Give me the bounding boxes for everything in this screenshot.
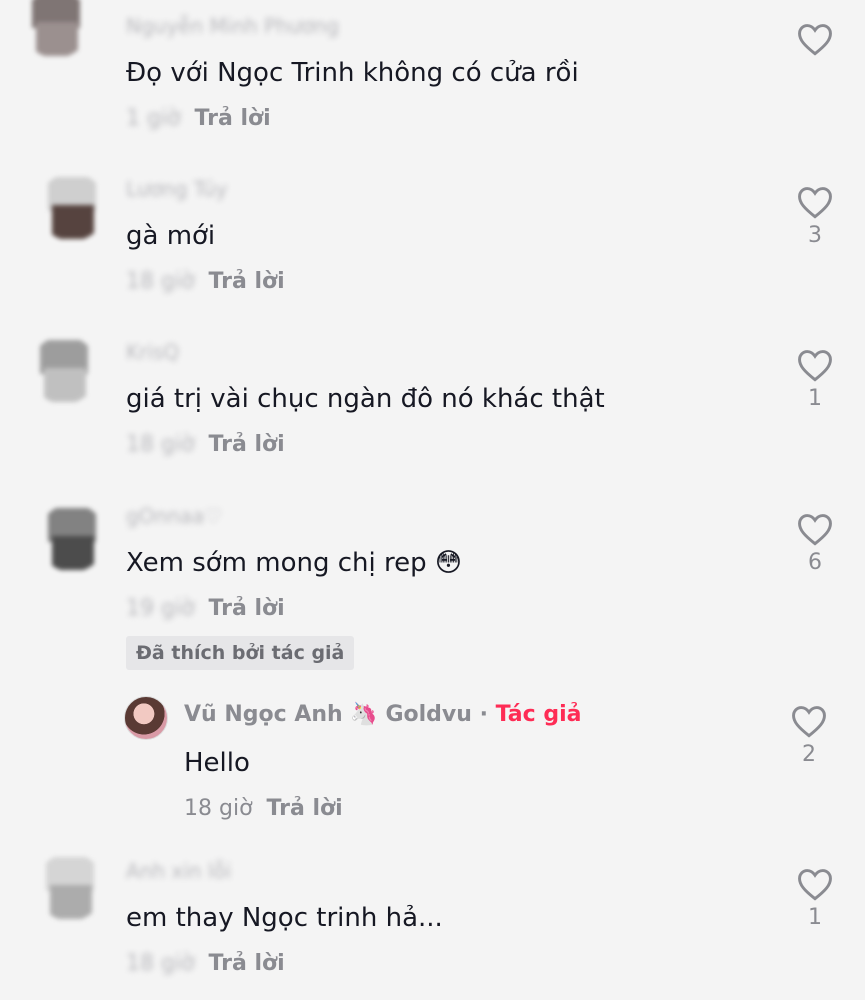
comment-text: Xem sớm mong chị rep 😳 bbox=[126, 548, 463, 578]
reply-button[interactable]: Trả lời bbox=[195, 106, 271, 131]
reply-author-name: Vũ Ngọc Anh bbox=[184, 702, 343, 727]
heart-outline-icon bbox=[798, 350, 832, 382]
avatar[interactable] bbox=[22, 0, 90, 58]
author-tag: Tác giả bbox=[495, 702, 582, 727]
comment-meta: 1 giờ Trả lời bbox=[126, 106, 271, 131]
comment-meta: 19 giờ Trả lời bbox=[126, 596, 285, 621]
comment-meta: 18 giờ Trả lời bbox=[126, 432, 285, 457]
comment-username[interactable]: Lương Túy bbox=[126, 177, 227, 201]
comment-text: giá trị vài chục ngàn đô nó khác thật bbox=[126, 384, 605, 414]
comment-time: 18 giờ bbox=[126, 269, 195, 294]
reply-button[interactable]: Trả lời bbox=[209, 951, 285, 976]
avatar-blur bbox=[52, 536, 94, 570]
comment-meta: 18 giờ Trả lời bbox=[126, 951, 285, 976]
liked-by-author-badge: Đã thích bởi tác giả bbox=[126, 636, 355, 670]
reply-meta: 18 giờ Trả lời bbox=[184, 796, 343, 821]
comment-time: 18 giờ bbox=[126, 432, 195, 457]
like-button[interactable]: 6 bbox=[793, 512, 837, 575]
comment-time: 19 giờ bbox=[126, 596, 195, 621]
heart-outline-icon bbox=[798, 514, 832, 546]
like-button[interactable]: 3 bbox=[793, 185, 837, 248]
heart-outline-icon bbox=[798, 869, 832, 901]
like-count: 6 bbox=[808, 550, 822, 575]
reply-text: Hello bbox=[184, 748, 250, 778]
like-button[interactable]: 1 bbox=[793, 867, 837, 930]
comment-text: em thay Ngọc trinh hả... bbox=[126, 903, 443, 933]
like-button[interactable]: 1 bbox=[793, 348, 837, 411]
reply-time: 18 giờ bbox=[184, 796, 253, 821]
separator-dot: · bbox=[479, 702, 488, 727]
heart-outline-icon bbox=[798, 187, 832, 219]
like-count: 3 bbox=[808, 223, 822, 248]
comment-username[interactable]: Nguyễn Minh Phương bbox=[126, 14, 339, 38]
comment-time: 18 giờ bbox=[126, 951, 195, 976]
comment-username[interactable]: KrisQ bbox=[126, 340, 179, 364]
like-count: 2 bbox=[802, 742, 816, 767]
avatar-blur bbox=[44, 368, 86, 402]
avatar[interactable] bbox=[36, 853, 104, 921]
avatar-blur bbox=[36, 22, 78, 56]
comment-username[interactable]: gOnnaa♡ bbox=[126, 504, 222, 528]
avatar[interactable] bbox=[30, 336, 98, 404]
comment-time: 1 giờ bbox=[126, 106, 181, 131]
heart-outline-icon bbox=[798, 24, 832, 56]
avatar[interactable] bbox=[38, 173, 106, 241]
reply-button[interactable]: Trả lời bbox=[267, 796, 343, 821]
reply-button[interactable]: Trả lời bbox=[209, 432, 285, 457]
reply-handle: Goldvu bbox=[385, 702, 472, 727]
reply-button[interactable]: Trả lời bbox=[209, 596, 285, 621]
unicorn-icon: 🦄 bbox=[350, 702, 378, 727]
avatar-blur bbox=[50, 885, 92, 919]
comment-text: Đọ với Ngọc Trinh không có cửa rồi bbox=[126, 58, 579, 88]
like-button[interactable]: 2 bbox=[787, 704, 831, 767]
like-count: 1 bbox=[808, 386, 822, 411]
like-button[interactable] bbox=[793, 22, 837, 60]
reply-button[interactable]: Trả lời bbox=[209, 269, 285, 294]
avatar[interactable] bbox=[124, 696, 168, 740]
comment-text: gà mới bbox=[126, 221, 216, 251]
reply-username[interactable]: Vũ Ngọc Anh 🦄 Goldvu · Tác giả bbox=[184, 702, 581, 727]
avatar-blur bbox=[52, 205, 94, 239]
like-count: 1 bbox=[808, 905, 822, 930]
heart-outline-icon bbox=[792, 706, 826, 738]
comment-username[interactable]: Anh xin lỗi bbox=[126, 859, 231, 883]
comment-meta: 18 giờ Trả lời bbox=[126, 269, 285, 294]
avatar[interactable] bbox=[38, 504, 106, 572]
